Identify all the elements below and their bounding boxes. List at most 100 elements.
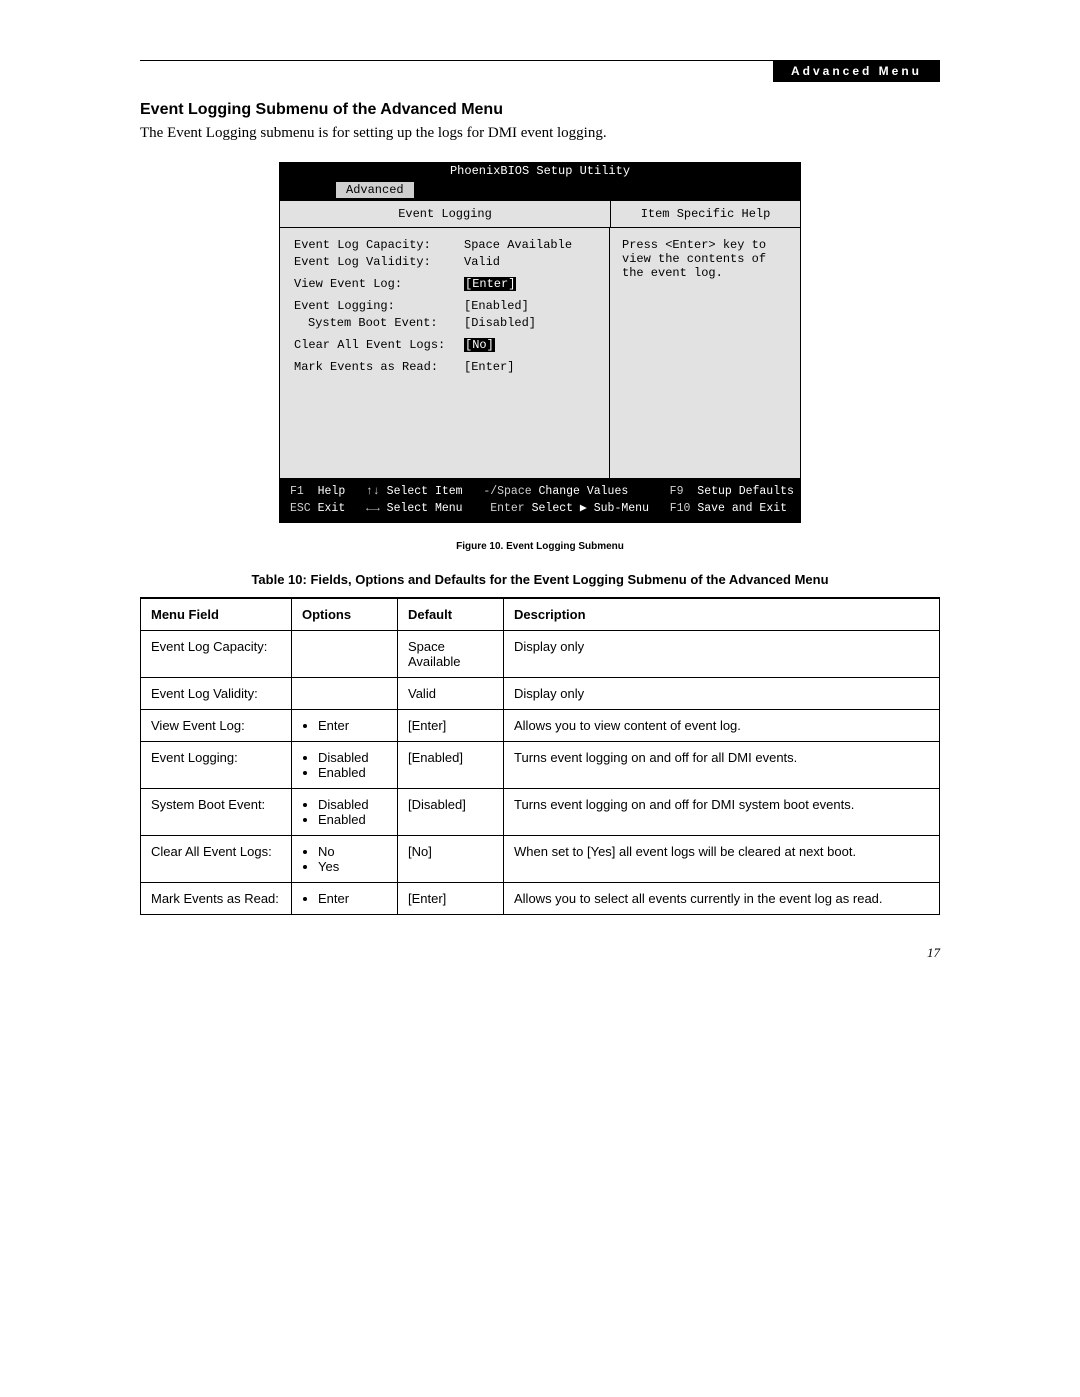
fields-table: Menu Field Options Default Description E… [140, 597, 940, 915]
key-arrows-h: ←→ [366, 502, 380, 515]
cell-description: Turns event logging on and off for all D… [504, 741, 940, 788]
table-caption: Table 10: Fields, Options and Defaults f… [140, 572, 940, 587]
bios-row-value: Space Available [464, 238, 572, 252]
bios-row-value: Valid [464, 255, 500, 269]
option-item: Disabled [318, 750, 387, 765]
bios-row: Mark Events as Read:[Enter] [294, 360, 601, 374]
cell-default: [Enabled] [398, 741, 504, 788]
cell-default: Space Available [398, 630, 504, 677]
option-item: Yes [318, 859, 387, 874]
cell-menu-field: Event Log Capacity: [141, 630, 292, 677]
bios-row-label: Event Log Validity: [294, 255, 464, 269]
bios-tab-bar: Advanced [280, 180, 800, 201]
cell-options: Enter [292, 709, 398, 741]
cell-default: [Disabled] [398, 788, 504, 835]
header-tab: Advanced Menu [773, 60, 940, 82]
bios-row-value: [Enabled] [464, 299, 529, 313]
bios-footer: F1 Help ↑↓ Select Item -/Space Change Va… [280, 478, 800, 522]
bios-subheader: Event Logging Item Specific Help [280, 201, 800, 228]
cell-menu-field: Event Logging: [141, 741, 292, 788]
section-title: Event Logging Submenu of the Advanced Me… [140, 101, 940, 119]
bios-tab-advanced: Advanced [335, 181, 415, 198]
cell-default: [No] [398, 835, 504, 882]
bios-row-label: Event Log Capacity: [294, 238, 464, 252]
bios-row: Event Log Capacity:Space Available [294, 238, 601, 252]
table-row: System Boot Event:DisabledEnabled[Disabl… [141, 788, 940, 835]
option-item: Enter [318, 891, 387, 906]
lbl-help: Help [318, 485, 346, 498]
cell-description: Display only [504, 677, 940, 709]
header-rule: Advanced Menu [140, 60, 940, 61]
bios-help-title: Item Specific Help [611, 201, 800, 227]
bios-screenshot: PhoenixBIOS Setup Utility Advanced Event… [279, 162, 801, 523]
lbl-change-values: Change Values [539, 485, 629, 498]
th-description: Description [504, 598, 940, 631]
option-item: Enabled [318, 812, 387, 827]
key-enter: Enter [490, 502, 525, 515]
th-default: Default [398, 598, 504, 631]
bios-row: System Boot Event:[Disabled] [294, 316, 601, 330]
bios-row: View Event Log:[Enter] [294, 277, 601, 291]
bios-left-panel: Event Log Capacity:Space AvailableEvent … [280, 228, 610, 478]
table-row: Event Log Capacity: Space AvailableDispla… [141, 630, 940, 677]
cell-menu-field: Clear All Event Logs: [141, 835, 292, 882]
cell-options [292, 630, 398, 677]
cell-menu-field: Event Log Validity: [141, 677, 292, 709]
key-arrows-v: ↑↓ [366, 485, 380, 498]
cell-menu-field: System Boot Event: [141, 788, 292, 835]
lbl-select-menu: Select Menu [387, 502, 463, 515]
bios-row-label: View Event Log: [294, 277, 464, 291]
bios-row-value: [Enter] [464, 360, 514, 374]
key-esc: ESC [290, 502, 311, 515]
key-minus-space: -/Space [483, 485, 531, 498]
bios-row-label: System Boot Event: [294, 316, 464, 330]
cell-options [292, 677, 398, 709]
table-row: Event Log Validity:ValidDisplay only [141, 677, 940, 709]
bios-row-label: Event Logging: [294, 299, 464, 313]
bios-panel-title: Event Logging [280, 201, 611, 227]
option-item: Enabled [318, 765, 387, 780]
section-intro: The Event Logging submenu is for setting… [140, 125, 940, 142]
bios-row: Event Log Validity:Valid [294, 255, 601, 269]
table-row: Event Logging:DisabledEnabled[Enabled]Tu… [141, 741, 940, 788]
cell-menu-field: View Event Log: [141, 709, 292, 741]
bios-row-label: Clear All Event Logs: [294, 338, 464, 352]
lbl-save: Save and Exit [697, 502, 787, 515]
th-options: Options [292, 598, 398, 631]
bios-row-label: Mark Events as Read: [294, 360, 464, 374]
option-item: No [318, 844, 387, 859]
bios-row-value: [No] [464, 338, 495, 352]
key-f10: F10 [670, 502, 691, 515]
cell-default: [Enter] [398, 882, 504, 914]
key-f9: F9 [670, 485, 684, 498]
th-menu-field: Menu Field [141, 598, 292, 631]
cell-options: Enter [292, 882, 398, 914]
cell-options: NoYes [292, 835, 398, 882]
option-item: Enter [318, 718, 387, 733]
cell-description: When set to [Yes] all event logs will be… [504, 835, 940, 882]
lbl-select-item: Select Item [387, 485, 463, 498]
lbl-defaults: Setup Defaults [697, 485, 794, 498]
figure-caption: Figure 10. Event Logging Submenu [140, 541, 940, 552]
bios-body: Event Log Capacity:Space AvailableEvent … [280, 228, 800, 478]
bios-row: Event Logging:[Enabled] [294, 299, 601, 313]
table-row: Clear All Event Logs:NoYes[No]When set t… [141, 835, 940, 882]
option-item: Disabled [318, 797, 387, 812]
cell-description: Allows you to select all events currentl… [504, 882, 940, 914]
bios-title: PhoenixBIOS Setup Utility [280, 163, 800, 180]
cell-options: DisabledEnabled [292, 741, 398, 788]
page: Advanced Menu Event Logging Submenu of t… [0, 0, 1080, 1001]
cell-default: [Enter] [398, 709, 504, 741]
cell-options: DisabledEnabled [292, 788, 398, 835]
cell-description: Allows you to view content of event log. [504, 709, 940, 741]
bios-row: Clear All Event Logs:[No] [294, 338, 601, 352]
table-row: Mark Events as Read: Enter [Enter]Allows y… [141, 882, 940, 914]
cell-description: Display only [504, 630, 940, 677]
cell-description: Turns event logging on and off for DMI s… [504, 788, 940, 835]
key-f1: F1 [290, 485, 304, 498]
cell-menu-field: Mark Events as Read: [141, 882, 292, 914]
bios-row-value: [Enter] [464, 277, 516, 291]
bios-row-value: [Disabled] [464, 316, 536, 330]
page-number: 17 [140, 945, 940, 961]
table-row: View Event Log: Enter [Enter]Allows you to… [141, 709, 940, 741]
